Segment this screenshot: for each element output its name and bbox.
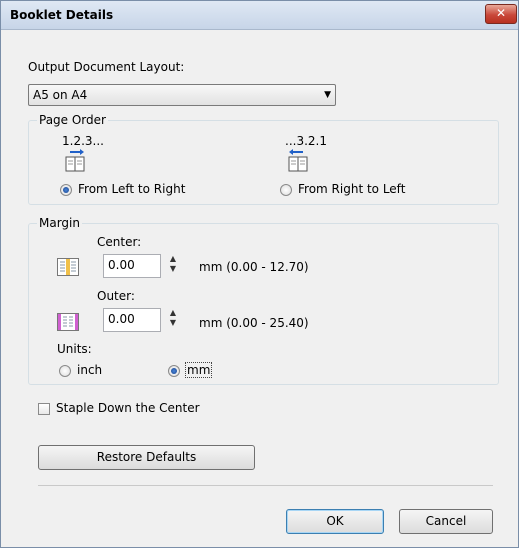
outer-margin-value: 0.00 [108, 312, 135, 326]
cancel-label: Cancel [425, 514, 467, 528]
margin-legend: Margin [37, 216, 82, 230]
close-button[interactable]: ✕ [485, 4, 517, 24]
ok-label: OK [326, 514, 344, 528]
center-margin-label: Center: [97, 235, 142, 249]
ok-button[interactable]: OK [286, 509, 384, 534]
outer-margin-range: mm (0.00 - 25.40) [199, 316, 309, 330]
rtl-sequence-label: ...3.2.1 [285, 134, 327, 148]
center-margin-value: 0.00 [108, 258, 135, 272]
radio-unit-inch-label: inch [77, 363, 103, 377]
center-margin-icon [57, 258, 79, 276]
center-margin-range: mm (0.00 - 12.70) [199, 260, 309, 274]
center-margin-spinner[interactable]: ▲ ▼ [168, 254, 178, 278]
outer-margin-input[interactable]: 0.00 [103, 308, 161, 332]
book-right-to-left-icon [288, 149, 308, 172]
chevron-down-icon: ▼ [324, 90, 331, 100]
units-label: Units: [57, 342, 92, 356]
cancel-button[interactable]: Cancel [399, 509, 493, 534]
ltr-sequence-label: 1.2.3... [62, 134, 104, 148]
radio-left-to-right[interactable] [60, 184, 72, 196]
dialog-title: Booklet Details [10, 8, 114, 22]
spin-down-icon[interactable]: ▼ [168, 264, 178, 274]
radio-right-to-left-label: From Right to Left [298, 182, 406, 196]
spin-up-icon[interactable]: ▲ [168, 254, 178, 264]
radio-left-to-right-label: From Left to Right [78, 182, 186, 196]
layout-label: Output Document Layout: [28, 60, 185, 74]
staple-checkbox-label: Staple Down the Center [56, 401, 200, 415]
outer-margin-icon [57, 313, 79, 331]
booklet-details-dialog: Booklet Details ✕ Output Document Layout… [0, 0, 519, 548]
layout-selected-value: A5 on A4 [33, 88, 88, 102]
radio-unit-mm-label: mm [185, 362, 213, 378]
spin-down-icon[interactable]: ▼ [168, 318, 178, 328]
close-icon: ✕ [495, 6, 507, 20]
center-margin-input[interactable]: 0.00 [103, 254, 161, 278]
outer-margin-spinner[interactable]: ▲ ▼ [168, 308, 178, 332]
staple-checkbox[interactable] [38, 403, 50, 415]
title-bar: Booklet Details ✕ [1, 1, 518, 30]
radio-unit-inch[interactable] [59, 365, 71, 377]
radio-right-to-left[interactable] [280, 184, 292, 196]
restore-defaults-button[interactable]: Restore Defaults [38, 445, 255, 470]
radio-unit-mm[interactable] [168, 365, 180, 377]
outer-margin-label: Outer: [97, 289, 135, 303]
page-order-legend: Page Order [37, 113, 108, 127]
separator [38, 485, 493, 486]
restore-defaults-label: Restore Defaults [96, 450, 197, 464]
book-left-to-right-icon [65, 149, 85, 172]
spin-up-icon[interactable]: ▲ [168, 308, 178, 318]
layout-select[interactable]: A5 on A4 ▼ [28, 84, 336, 106]
